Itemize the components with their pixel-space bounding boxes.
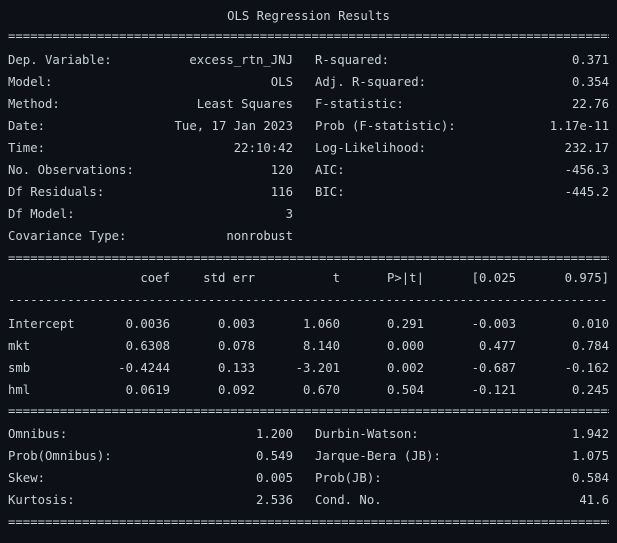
ols-results-output: OLS Regression Results =================… [0, 0, 617, 543]
diagnostics-row: Skew: 0.005 Prob(JB): 0.584 [0, 467, 617, 489]
model-info-value: Tue, 17 Jan 2023 [174, 119, 293, 133]
coef-value: 0.003 [217, 317, 255, 331]
model-info-value: 0.354 [571, 75, 609, 89]
coef-value: 0.002 [386, 361, 424, 375]
coef-value: 1.060 [302, 317, 340, 331]
coef-value: 0.6308 [125, 339, 170, 353]
model-info-row: Df Residuals: 116 BIC: -445.2 [0, 181, 617, 203]
model-info-row: Method: Least Squares F-statistic: 22.76 [0, 93, 617, 115]
diagnostics-value: 2.536 [255, 493, 293, 507]
model-info-label: F-statistic: [315, 97, 404, 111]
coef-value: 8.140 [302, 339, 340, 353]
variable-name: smb [8, 361, 31, 375]
diagnostics-value: 41.6 [579, 493, 609, 507]
model-info-value: -456.3 [564, 163, 609, 177]
column-header: coef [140, 271, 170, 285]
coef-value: 0.670 [302, 383, 340, 397]
coef-value: -0.003 [471, 317, 516, 331]
model-info-value: OLS [270, 75, 293, 89]
variable-name: Intercept [8, 317, 75, 331]
diagnostics-value: 1.075 [571, 449, 609, 463]
coef-value: -0.162 [564, 361, 609, 375]
coef-value: 0.133 [217, 361, 255, 375]
diagnostics-row: Prob(Omnibus): 0.549 Jarque-Bera (JB): 1.07… [0, 445, 617, 467]
coef-value: -0.687 [471, 361, 516, 375]
double-rule: ========================================… [8, 516, 609, 528]
diagnostics-label: Cond. No. [315, 493, 382, 507]
column-header: std err [203, 271, 255, 285]
model-info-value: 22.76 [571, 97, 609, 111]
coef-value: 0.078 [217, 339, 255, 353]
variable-name: hml [8, 383, 31, 397]
diagnostics-value: 0.005 [255, 471, 293, 485]
model-info-label: BIC: [315, 185, 345, 199]
model-info-row: Dep. Variable: excess_rtn_JNJ R-squared: 0.… [0, 49, 617, 71]
coef-value: 0.0619 [125, 383, 170, 397]
model-info-value: -445.2 [564, 185, 609, 199]
model-info-value: Least Squares [196, 97, 293, 111]
coef-value: -0.121 [471, 383, 516, 397]
model-info-label: Log-Likelihood: [315, 141, 427, 155]
model-info-row: Date: Tue, 17 Jan 2023 Prob (F-statistic):… [0, 115, 617, 137]
model-info-label: AIC: [315, 163, 345, 177]
diagnostics-label: Prob(JB): [315, 471, 382, 485]
results-title: OLS Regression Results [227, 9, 390, 23]
coef-value: 0.0036 [125, 317, 170, 331]
column-header: 0.975] [564, 271, 609, 285]
diagnostics-value: 0.584 [571, 471, 609, 485]
coef-table-row: hml 0.0619 0.092 0.670 0.504 -0.121 0.245 [0, 379, 617, 401]
diagnostics-value: 1.200 [255, 427, 293, 441]
model-info-value: 232.17 [564, 141, 609, 155]
diagnostics-value: 0.549 [255, 449, 293, 463]
model-info-row: No. Observations: 120 AIC: -456.3 [0, 159, 617, 181]
model-info-value: excess_rtn_JNJ [189, 53, 293, 67]
column-header: P>|t| [386, 271, 424, 285]
model-info-row: Df Model: 3 [0, 203, 617, 225]
model-info-row: Covariance Type: nonrobust [0, 225, 617, 247]
coef-table-row: smb -0.4244 0.133 -3.201 0.002 -0.687 -0.162 [0, 357, 617, 379]
coef-value: 0.000 [386, 339, 424, 353]
double-rule: ========================================… [8, 405, 609, 417]
diagnostics-label: Jarque-Bera (JB): [315, 449, 441, 463]
coef-value: 0.784 [571, 339, 609, 353]
column-header: [0.025 [471, 271, 516, 285]
coef-value: 0.245 [571, 383, 609, 397]
model-info-label: R-squared: [315, 53, 390, 67]
single-rule: ----------------------------------------… [8, 294, 609, 306]
model-info-value: 120 [270, 163, 293, 177]
coef-table-row: Intercept 0.0036 0.003 1.060 0.291 -0.003 0.01… [0, 313, 617, 335]
diagnostics-label: Durbin-Watson: [315, 427, 419, 441]
model-info-row: Time: 22:10:42 Log-Likelihood: 232.17 [0, 137, 617, 159]
model-info-value: 0.371 [571, 53, 609, 67]
double-rule: ========================================… [8, 30, 609, 42]
diagnostics-value: 1.942 [571, 427, 609, 441]
coef-value: 0.477 [478, 339, 516, 353]
coef-value: -0.4244 [118, 361, 170, 375]
diagnostics-row: Omnibus: 1.200 Durbin-Watson: 1.942 [0, 423, 617, 445]
model-info-value: 3 [285, 207, 293, 221]
coef-value: 0.291 [386, 317, 424, 331]
double-rule: ========================================… [8, 252, 609, 264]
diagnostics-row: Kurtosis: 2.536 Cond. No. 41.6 [0, 489, 617, 511]
model-info-label: Adj. R-squared: [315, 75, 427, 89]
coef-value: 0.010 [571, 317, 609, 331]
variable-name: mkt [8, 339, 31, 353]
model-info-label: Prob (F-statistic): [315, 119, 456, 133]
coef-table-header: coef std err t P>|t| [0.025 0.975] [0, 267, 617, 289]
model-info-value: 22:10:42 [233, 141, 293, 155]
coef-value: 0.092 [217, 383, 255, 397]
column-header: t [332, 271, 340, 285]
coef-table-row: mkt 0.6308 0.078 8.140 0.000 0.477 0.784 [0, 335, 617, 357]
coef-value: -3.201 [295, 361, 340, 375]
coef-value: 0.504 [386, 383, 424, 397]
model-info-value: nonrobust [226, 229, 293, 243]
model-info-row: Model: OLS Adj. R-squared: 0.354 [0, 71, 617, 93]
model-info-value: 116 [270, 185, 293, 199]
model-info-value: 1.17e-11 [549, 119, 609, 133]
